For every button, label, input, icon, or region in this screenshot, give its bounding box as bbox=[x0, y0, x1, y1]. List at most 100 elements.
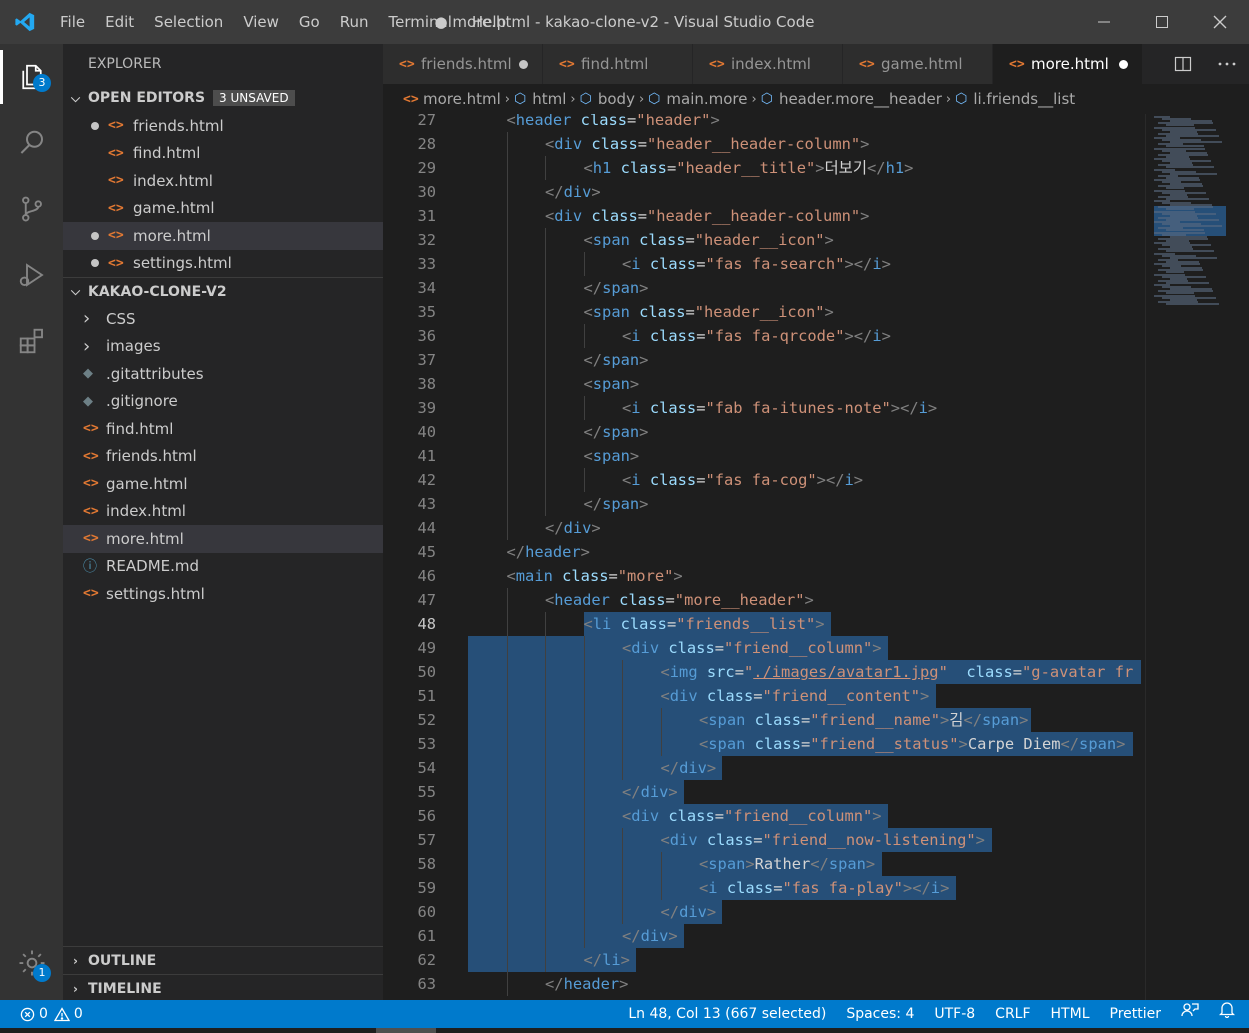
unsaved-dot-icon[interactable] bbox=[1119, 59, 1128, 69]
code-line[interactable]: 31 <div class="header__header-column"> bbox=[383, 204, 1145, 228]
code-line[interactable]: 53 <span class="friend__status">Carpe Die… bbox=[383, 732, 1145, 756]
language-mode[interactable]: HTML bbox=[1041, 1000, 1100, 1028]
code-line[interactable]: 39 <i class="fab fa-itunes-note"></i> bbox=[383, 396, 1145, 420]
more-actions-button[interactable] bbox=[1205, 44, 1249, 84]
code-line[interactable]: 38 <span> bbox=[383, 372, 1145, 396]
code-line[interactable]: 55 </div> bbox=[383, 780, 1145, 804]
tree-folder[interactable]: › CSS bbox=[63, 305, 383, 333]
tree-folder[interactable]: › images bbox=[63, 333, 383, 361]
code-line[interactable]: 41 <span> bbox=[383, 444, 1145, 468]
maximize-button[interactable] bbox=[1133, 0, 1191, 44]
tab-more[interactable]: <> more.html bbox=[993, 44, 1143, 84]
timeline-header[interactable]: › TIMELINE bbox=[63, 974, 383, 1002]
breadcrumb-item[interactable]: li.friends__list bbox=[973, 90, 1075, 108]
breadcrumb-item[interactable]: more.html bbox=[423, 90, 501, 108]
tree-file[interactable]: <> friends.html bbox=[63, 443, 383, 471]
code-line[interactable]: 37 </span> bbox=[383, 348, 1145, 372]
code-line[interactable]: 45 </header> bbox=[383, 540, 1145, 564]
open-editors-header[interactable]: ⌵ OPEN EDITORS 3 UNSAVED bbox=[63, 84, 383, 112]
open-editor-item[interactable]: <> index.html bbox=[63, 167, 383, 195]
code-line[interactable]: 44 </div> bbox=[383, 516, 1145, 540]
breadcrumb-item[interactable]: html bbox=[532, 90, 566, 108]
code-line[interactable]: 50 <img src="./images/avatar1.jpg" class=… bbox=[383, 660, 1145, 684]
menu-file[interactable]: File bbox=[50, 0, 95, 44]
open-editor-item[interactable]: <> find.html bbox=[63, 140, 383, 168]
horizontal-scrollbar[interactable] bbox=[0, 1028, 1249, 1033]
tree-file[interactable]: ◆ .gitignore bbox=[63, 388, 383, 416]
code-line[interactable]: 61 </div> bbox=[383, 924, 1145, 948]
close-window-button[interactable] bbox=[1191, 0, 1249, 44]
menu-run[interactable]: Run bbox=[330, 0, 379, 44]
code-line[interactable]: 34 </span> bbox=[383, 276, 1145, 300]
code-line[interactable]: 32 <span class="header__icon"> bbox=[383, 228, 1145, 252]
code-line[interactable]: 49 <div class="friend__column"> bbox=[383, 636, 1145, 660]
tree-file[interactable]: <> settings.html bbox=[63, 580, 383, 608]
open-editor-item[interactable]: <> game.html bbox=[63, 195, 383, 223]
menu-selection[interactable]: Selection bbox=[144, 0, 233, 44]
breadcrumb-item[interactable]: body bbox=[598, 90, 635, 108]
code-line[interactable]: 52 <span class="friend__name">김</span> bbox=[383, 708, 1145, 732]
source-control-activity[interactable] bbox=[0, 176, 63, 242]
code-line[interactable]: 36 <i class="fas fa-qrcode"></i> bbox=[383, 324, 1145, 348]
tree-file[interactable]: ⓘ README.md bbox=[63, 553, 383, 581]
explorer-activity[interactable]: 3 bbox=[0, 44, 63, 110]
menu-view[interactable]: View bbox=[233, 0, 289, 44]
code-editor[interactable]: </div> 27 <header class="header"> 28 <div cl… bbox=[383, 114, 1145, 1000]
run-debug-activity[interactable] bbox=[0, 242, 63, 308]
scrollbar-thumb[interactable] bbox=[376, 1028, 436, 1033]
minimize-button[interactable] bbox=[1075, 0, 1133, 44]
code-line[interactable]: 60 </div> bbox=[383, 900, 1145, 924]
code-line[interactable]: 30 </div> bbox=[383, 180, 1145, 204]
formatter[interactable]: Prettier bbox=[1100, 1000, 1172, 1028]
open-editor-item[interactable]: <> more.html bbox=[63, 222, 383, 250]
tab-game[interactable]: <> game.html bbox=[843, 44, 993, 84]
code-line[interactable]: 48 <li class="friends__list"> bbox=[383, 612, 1145, 636]
code-line[interactable]: 54 </div> bbox=[383, 756, 1145, 780]
indentation[interactable]: Spaces: 4 bbox=[836, 1000, 924, 1028]
tab-friends[interactable]: <> friends.html bbox=[383, 44, 543, 84]
extensions-activity[interactable] bbox=[0, 308, 63, 374]
split-editor-button[interactable] bbox=[1161, 44, 1205, 84]
code-line[interactable]: 57 <div class="friend__now-listening"> bbox=[383, 828, 1145, 852]
line-endings[interactable]: CRLF bbox=[985, 1000, 1040, 1028]
search-activity[interactable] bbox=[0, 110, 63, 176]
tree-file[interactable]: ◆ .gitattributes bbox=[63, 360, 383, 388]
open-editor-item[interactable]: <> friends.html bbox=[63, 112, 383, 140]
breadcrumb-item[interactable]: main.more bbox=[666, 90, 747, 108]
notifications-button[interactable] bbox=[1209, 1000, 1249, 1028]
code-line[interactable]: 40 </span> bbox=[383, 420, 1145, 444]
breadcrumb-item[interactable]: header.more__header bbox=[779, 90, 942, 108]
tree-file[interactable]: <> more.html bbox=[63, 525, 383, 553]
open-editor-item[interactable]: <> settings.html bbox=[63, 250, 383, 278]
code-line[interactable]: 43 </span> bbox=[383, 492, 1145, 516]
code-line[interactable]: 63 </header> bbox=[383, 972, 1145, 996]
tab-find[interactable]: <> find.html bbox=[543, 44, 693, 84]
code-line[interactable]: 27 <header class="header"> bbox=[383, 114, 1145, 132]
code-line[interactable]: 35 <span class="header__icon"> bbox=[383, 300, 1145, 324]
code-line[interactable]: 29 <h1 class="header__title">더보기</h1> bbox=[383, 156, 1145, 180]
live-share-button[interactable] bbox=[1171, 1000, 1209, 1028]
encoding[interactable]: UTF-8 bbox=[924, 1000, 985, 1028]
manage-activity[interactable]: 1 bbox=[0, 930, 63, 996]
tree-file[interactable]: <> game.html bbox=[63, 470, 383, 498]
code-line[interactable]: 42 <i class="fas fa-cog"></i> bbox=[383, 468, 1145, 492]
code-line[interactable]: 58 <span>Rather</span> bbox=[383, 852, 1145, 876]
tab-index[interactable]: <> index.html bbox=[693, 44, 843, 84]
menu-edit[interactable]: Edit bbox=[95, 0, 144, 44]
unsaved-dot-icon[interactable] bbox=[91, 231, 99, 240]
unsaved-dot-icon[interactable] bbox=[91, 121, 99, 130]
code-line[interactable]: 47 <header class="more__header"> bbox=[383, 588, 1145, 612]
code-line[interactable]: 59 <i class="fas fa-play"></i> bbox=[383, 876, 1145, 900]
menu-go[interactable]: Go bbox=[289, 0, 330, 44]
code-line[interactable]: 51 <div class="friend__content"> bbox=[383, 684, 1145, 708]
problems-indicator[interactable]: 0 0 bbox=[0, 1000, 83, 1028]
tree-file[interactable]: <> index.html bbox=[63, 498, 383, 526]
menu-terminal[interactable]: Terminal bbox=[379, 0, 462, 44]
project-header[interactable]: ⌵ KAKAO-CLONE-V2 bbox=[63, 277, 383, 305]
code-line[interactable]: 56 <div class="friend__column"> bbox=[383, 804, 1145, 828]
tree-file[interactable]: <> find.html bbox=[63, 415, 383, 443]
unsaved-dot-icon[interactable] bbox=[91, 259, 99, 268]
code-line[interactable]: 33 <i class="fas fa-search"></i> bbox=[383, 252, 1145, 276]
menu-help[interactable]: Help bbox=[462, 0, 516, 44]
code-line[interactable]: 62 </li> bbox=[383, 948, 1145, 972]
